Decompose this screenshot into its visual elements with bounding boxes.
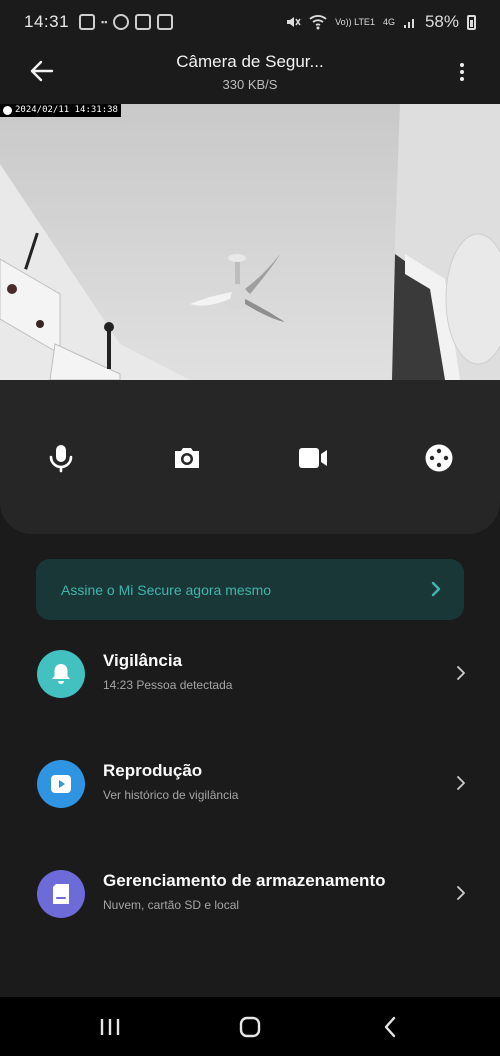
feed-timestamp-text: 2024/02/11 14:31:38 xyxy=(15,105,118,115)
notification-icons: ▪▪ xyxy=(79,14,174,30)
menu-item-armazenamento[interactable]: Gerenciamento de armazenamento Nuvem, ca… xyxy=(0,850,500,940)
notification-app-icon xyxy=(79,14,96,30)
promo-text: Assine o Mi Secure agora mesmo xyxy=(61,582,272,598)
notification-app-icon xyxy=(157,14,174,30)
microphone-button[interactable] xyxy=(41,438,81,478)
status-right: Vo)) LTE1 4G 58% xyxy=(285,12,476,32)
menu-item-title: Vigilância xyxy=(103,651,183,670)
chevron-right-icon xyxy=(457,666,465,680)
bell-icon xyxy=(52,664,70,684)
bitrate-label: 330 KB/S xyxy=(222,77,278,92)
menu-item-vigilancia[interactable]: Vigilância 14:23 Pessoa detectada xyxy=(0,630,500,720)
menu-item-subtitle: 14:23 Pessoa detectada xyxy=(103,678,233,692)
menu-item-subtitle: Ver histórico de vigilância xyxy=(103,788,239,802)
record-button[interactable] xyxy=(293,438,333,478)
system-nav-bar xyxy=(0,997,500,1056)
play-icon xyxy=(51,775,71,793)
wifi-icon xyxy=(309,15,327,30)
microphone-icon xyxy=(49,445,73,473)
volte-label: Vo)) LTE1 xyxy=(335,16,375,27)
chevron-right-icon xyxy=(457,776,465,790)
recent-apps-button[interactable] xyxy=(90,1013,130,1041)
menu-item-title: Gerenciamento de armazenamento xyxy=(103,871,386,890)
camera-icon xyxy=(175,448,199,468)
home-button[interactable] xyxy=(230,1013,270,1041)
more-dot xyxy=(460,63,464,67)
menu-item-title: Reprodução xyxy=(103,761,203,780)
camera-feed-image xyxy=(0,104,500,380)
camera-feed[interactable]: 2024/02/11 14:31:38 xyxy=(0,104,500,380)
status-time: 14:31 xyxy=(24,12,70,31)
ptz-control-button[interactable] xyxy=(419,438,459,478)
more-dot xyxy=(460,70,464,74)
feed-timestamp: 2024/02/11 14:31:38 xyxy=(0,104,121,117)
mi-secure-banner[interactable]: Assine o Mi Secure agora mesmo xyxy=(36,559,464,620)
chevron-right-icon xyxy=(431,581,441,597)
more-options-button[interactable] xyxy=(450,58,474,86)
palette-icon xyxy=(425,444,453,472)
system-back-button[interactable] xyxy=(370,1013,410,1041)
video-icon xyxy=(299,448,327,468)
storage-icon xyxy=(53,884,69,904)
mute-icon xyxy=(287,17,301,27)
network-small-label: 4G xyxy=(382,16,395,27)
chevron-right-icon xyxy=(457,886,465,900)
menu-item-subtitle: Nuvem, cartão SD e local xyxy=(103,898,240,912)
alarm-icon xyxy=(113,14,130,30)
battery-icon xyxy=(467,14,476,30)
camera-controls xyxy=(0,380,500,534)
app-header: Câmera de Segur... 330 KB/S xyxy=(0,44,500,104)
storage-icon-circle xyxy=(37,870,85,918)
menu-item-reproducao[interactable]: Reprodução Ver histórico de vigilância xyxy=(0,740,500,830)
signal-icon xyxy=(403,19,414,28)
battery-percent: 58% xyxy=(424,12,459,31)
more-dot xyxy=(460,77,464,81)
camera-logo-icon xyxy=(3,106,12,115)
home-icon xyxy=(239,1016,261,1038)
page-title: Câmera de Segur... xyxy=(176,52,324,71)
snapshot-button[interactable] xyxy=(167,438,207,478)
chevron-left-icon xyxy=(384,1016,396,1038)
recent-apps-icon xyxy=(100,1019,120,1035)
status-bar: 14:31 ▪▪ Vo)) LTE1 4G 58% xyxy=(0,0,500,44)
notification-app-icon xyxy=(135,14,152,30)
notification-small-icon: ▪▪ xyxy=(101,17,108,27)
play-icon-circle xyxy=(37,760,85,808)
bell-icon-circle xyxy=(37,650,85,698)
